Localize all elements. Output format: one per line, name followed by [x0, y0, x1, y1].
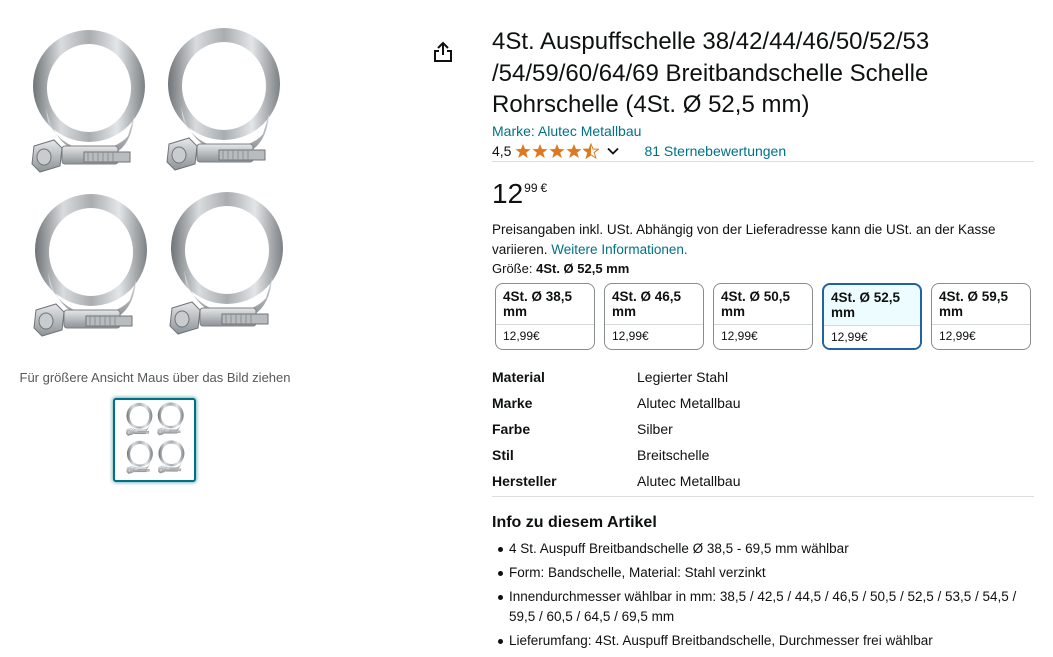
bullet-item: Form: Bandschelle, Material: Stahl verzi…	[492, 563, 1034, 583]
bullet-item: 4 St. Auspuff Breitbandschelle Ø 38,5 - …	[492, 539, 1034, 559]
bullet-item: Lieferumfang: 4St. Auspuff Breitbandsche…	[492, 631, 1034, 651]
price-whole: 12	[492, 178, 524, 209]
spec-value: Silber	[637, 421, 673, 437]
size-option-price: 12,99€	[714, 324, 812, 347]
size-option-name: 4St. Ø 38,5 mm	[503, 289, 573, 319]
size-option[interactable]: 4St. Ø 38,5 mm 12,99€	[495, 283, 595, 350]
size-option-name: 4St. Ø 52,5 mm	[831, 290, 901, 320]
spec-key: Hersteller	[492, 473, 557, 489]
size-option[interactable]: 4St. Ø 50,5 mm 12,99€	[713, 283, 813, 350]
price-currency: €	[540, 181, 548, 195]
spec-row: Hersteller Alutec Metallbau	[492, 468, 1034, 494]
size-label: Größe: 4St. Ø 52,5 mm	[492, 261, 629, 276]
divider	[492, 496, 1034, 497]
zoom-hint: Für größere Ansicht Maus über das Bild z…	[19, 370, 291, 385]
main-product-image[interactable]	[14, 18, 294, 363]
spec-key: Material	[492, 369, 545, 385]
size-option-price: 12,99€	[824, 325, 920, 348]
size-option-name: 4St. Ø 50,5 mm	[721, 289, 791, 319]
spec-value: Breitschelle	[637, 447, 710, 463]
size-selected-value: 4St. Ø 52,5 mm	[536, 261, 630, 276]
star-full-icon	[532, 144, 548, 158]
star-half-icon	[583, 143, 600, 159]
product-title: 4St. Auspuffschelle 38/42/44/46/50/52/53…	[492, 28, 930, 118]
spec-row: Farbe Silber	[492, 416, 1034, 442]
star-rating[interactable]	[515, 143, 600, 159]
spec-key: Farbe	[492, 421, 531, 437]
divider	[492, 161, 1034, 162]
more-info-link[interactable]: Weitere Informationen.	[551, 242, 687, 257]
spec-value: Alutec Metallbau	[637, 395, 741, 411]
spec-row: Stil Breitschelle	[492, 442, 1034, 468]
spec-row: Marke Alutec Metallbau	[492, 390, 1034, 416]
spec-value: Alutec Metallbau	[637, 473, 741, 489]
size-option-price: 12,99€	[932, 324, 1030, 347]
star-full-icon	[515, 144, 531, 158]
spec-row: Material Legierter Stahl	[492, 364, 1034, 390]
size-option-name: 4St. Ø 46,5 mm	[612, 289, 682, 319]
price: 12 99 €	[492, 178, 547, 210]
size-label-prefix: Größe:	[492, 261, 533, 276]
rating-row: 4,5 81 Sternebewertungen	[492, 143, 786, 159]
tax-note: Preisangaben inkl. USt. Abhängig von der…	[492, 220, 1034, 260]
price-fraction: 99	[524, 181, 538, 195]
bullet-item: Innendurchmesser wählbar in mm: 38,5 / 4…	[492, 587, 1034, 627]
star-full-icon	[566, 144, 582, 158]
size-option-price: 12,99€	[605, 324, 703, 347]
about-item-list: 4 St. Auspuff Breitbandschelle Ø 38,5 - …	[492, 539, 1034, 655]
spec-key: Stil	[492, 447, 514, 463]
size-option-price: 12,99€	[496, 324, 594, 347]
ratings-count-link[interactable]: 81 Sternebewertungen	[644, 143, 786, 159]
rating-value: 4,5	[492, 143, 512, 159]
share-icon[interactable]	[432, 40, 454, 64]
size-option[interactable]: 4St. Ø 59,5 mm 12,99€	[931, 283, 1031, 350]
size-option[interactable]: 4St. Ø 46,5 mm 12,99€	[604, 283, 704, 350]
chevron-down-icon[interactable]	[606, 144, 620, 158]
star-full-icon	[549, 144, 565, 158]
brand-link[interactable]: Marke: Alutec Metallbau	[492, 123, 641, 139]
size-options: 4St. Ø 38,5 mm 12,99€ 4St. Ø 46,5 mm 12,…	[495, 283, 1031, 350]
about-item-heading: Info zu diesem Artikel	[492, 514, 657, 531]
thumbnail-image[interactable]	[113, 398, 196, 482]
product-specs-table: Material Legierter Stahl Marke Alutec Me…	[492, 364, 1034, 494]
size-option-name: 4St. Ø 59,5 mm	[939, 289, 1009, 319]
size-option-selected[interactable]: 4St. Ø 52,5 mm 12,99€	[822, 283, 922, 350]
spec-value: Legierter Stahl	[637, 369, 729, 385]
spec-key: Marke	[492, 395, 533, 411]
